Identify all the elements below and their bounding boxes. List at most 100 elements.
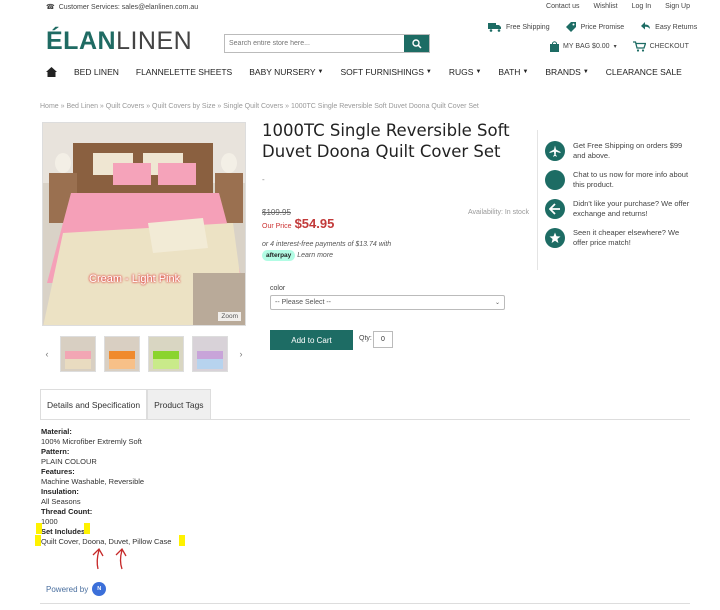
chat-icon bbox=[545, 170, 565, 190]
spec-heading: Features: bbox=[41, 467, 75, 476]
home-icon bbox=[46, 67, 57, 77]
spec-value: 100% Microfiber Extremly Soft bbox=[41, 437, 142, 446]
price-promise-link[interactable]: Price Promise bbox=[565, 21, 624, 33]
thumbnail[interactable] bbox=[104, 336, 140, 372]
checkout-link[interactable]: CHECKOUT bbox=[632, 41, 689, 52]
search-input[interactable] bbox=[225, 35, 404, 52]
qty-label: Qty: bbox=[359, 335, 372, 342]
free-shipping-link[interactable]: Free Shipping bbox=[488, 21, 550, 33]
nav-flannelette-sheets[interactable]: FLANNELETTE SHEETS bbox=[136, 67, 232, 77]
contact-us-link[interactable]: Contact us bbox=[546, 3, 579, 10]
benefit-free-shipping: Get Free Shipping on orders $99 and abov… bbox=[545, 141, 695, 161]
our-price-value: $54.95 bbox=[294, 216, 335, 231]
nav-label: BATH bbox=[498, 67, 521, 77]
spec-heading: Insulation: bbox=[41, 487, 79, 496]
our-price: Our Price $54.95 bbox=[262, 216, 334, 231]
arrow-left-icon bbox=[545, 199, 565, 219]
product-title: 1000TC Single Reversible Soft Duvet Doon… bbox=[262, 121, 510, 161]
cart-icon bbox=[632, 41, 646, 52]
color-select-value: -- Please Select -- bbox=[275, 299, 332, 306]
nav-brands[interactable]: BRANDS ▼ bbox=[545, 67, 588, 77]
image-caption: Cream - Light Pink bbox=[89, 273, 181, 285]
nav-bed-linen[interactable]: BED LINEN bbox=[74, 67, 119, 77]
easy-returns-link[interactable]: Easy Returns bbox=[639, 21, 697, 33]
thumbnail[interactable] bbox=[148, 336, 184, 372]
nav-label: BED LINEN bbox=[74, 67, 119, 77]
thumbnail-image bbox=[61, 337, 95, 371]
star-icon bbox=[545, 228, 565, 248]
home-nav-item[interactable] bbox=[46, 67, 57, 77]
search-icon bbox=[411, 38, 422, 49]
nav-bath[interactable]: BATH ▼ bbox=[498, 67, 528, 77]
chevron-right-icon[interactable]: › bbox=[236, 349, 246, 359]
wishlist-link[interactable]: Wishlist bbox=[594, 3, 618, 10]
nav-label: CLEARANCE SALE bbox=[605, 67, 682, 77]
product-tabs: Details and Specification Product Tags bbox=[40, 389, 211, 420]
site-logo[interactable]: ÉLANLINEN bbox=[46, 27, 192, 56]
spec-value: All Seasons bbox=[41, 497, 81, 506]
tab-details[interactable]: Details and Specification bbox=[40, 389, 148, 420]
spec-value: PLAIN COLOUR bbox=[41, 457, 97, 466]
search-button[interactable] bbox=[404, 35, 429, 52]
phone-icon: ☎ bbox=[46, 4, 55, 11]
signup-link[interactable]: Sign Up bbox=[665, 3, 690, 10]
thumbnail[interactable] bbox=[192, 336, 228, 372]
highlight-mark bbox=[35, 535, 41, 546]
nav-clearance-sale[interactable]: CLEARANCE SALE bbox=[606, 67, 682, 77]
thumbnail-strip: ‹ › bbox=[42, 336, 246, 372]
afterpay-badge: afterpay bbox=[262, 250, 296, 261]
spec-heading-set-includes: Set Includes: bbox=[41, 527, 88, 536]
main-nav: BED LINEN FLANNELETTE SHEETS BABY NURSER… bbox=[46, 67, 699, 77]
easy-returns-label: Easy Returns bbox=[655, 23, 698, 31]
color-select[interactable]: -- Please Select -- ⌄ bbox=[270, 295, 505, 310]
color-label: color bbox=[270, 285, 286, 292]
powered-by: Powered by N bbox=[46, 582, 107, 596]
thumbnail-image bbox=[105, 337, 139, 371]
customer-service-text: Customer Services: sales@elanlinen.com.a… bbox=[58, 3, 199, 11]
search-bar bbox=[224, 34, 430, 53]
breadcrumb[interactable]: Home » Bed Linen » Quilt Covers » Quilt … bbox=[40, 103, 479, 110]
nav-label: FLANNELETTE SHEETS bbox=[135, 67, 233, 77]
annotation-arrows bbox=[92, 547, 127, 570]
nav-soft-furnishings[interactable]: SOFT FURNISHINGS ▼ bbox=[340, 67, 431, 77]
logo-part-b: LINEN bbox=[116, 27, 193, 55]
free-shipping-label: Free Shipping bbox=[506, 23, 550, 31]
benefit-text: Seen it cheaper elsewhere? We offer pric… bbox=[573, 228, 680, 247]
nav-baby-nursery[interactable]: BABY NURSERY ▼ bbox=[249, 67, 323, 77]
bedroom-photo bbox=[43, 123, 245, 325]
tab-product-tags[interactable]: Product Tags bbox=[147, 389, 211, 420]
thumbnail-image bbox=[193, 337, 227, 371]
nav-label: SOFT FURNISHINGS bbox=[340, 67, 424, 77]
chevron-down-icon: ⌄ bbox=[494, 300, 500, 306]
benefit-returns: Didn't like your purchase? We offer exch… bbox=[545, 199, 695, 219]
caret-down-icon: ▼ bbox=[475, 69, 482, 75]
qty-input[interactable]: 0 bbox=[373, 331, 393, 348]
platform-logo-icon[interactable]: N bbox=[92, 582, 107, 596]
learn-more-link[interactable]: Learn more bbox=[297, 252, 333, 259]
thumbnail[interactable] bbox=[60, 336, 96, 372]
add-to-cart-button[interactable]: Add to Cart bbox=[270, 330, 353, 350]
spec-value: Machine Washable, Reversible bbox=[41, 477, 145, 486]
our-price-label: Our Price bbox=[262, 223, 292, 230]
product-main-image[interactable]: Cream - Light Pink Zoom bbox=[42, 122, 246, 326]
tag-icon bbox=[565, 22, 576, 32]
benefit-text: Didn't like your purchase? We offer exch… bbox=[573, 199, 690, 218]
logo-part-a: ÉLAN bbox=[46, 27, 117, 55]
bag-icon bbox=[550, 41, 559, 52]
login-link[interactable]: Log In bbox=[632, 3, 651, 10]
benefit-chat[interactable]: Chat to us now for more info about this … bbox=[545, 170, 695, 190]
chevron-left-icon[interactable]: ‹ bbox=[42, 349, 52, 359]
availability: Availability: In stock bbox=[468, 209, 529, 216]
return-icon bbox=[641, 22, 651, 30]
my-bag-link[interactable]: MY BAG $0.00 ▾ bbox=[550, 41, 617, 52]
zoom-button[interactable]: Zoom bbox=[218, 312, 241, 321]
benefit-text: Chat to us now for more info about this … bbox=[573, 170, 689, 189]
caret-down-icon: ▼ bbox=[317, 69, 324, 75]
tab-underline bbox=[40, 419, 690, 420]
product-specification: Material: 100% Microfiber Extremly Soft … bbox=[41, 427, 171, 547]
afterpay-text: or 4 interest-free payments of $13.74 wi… bbox=[262, 241, 392, 248]
nav-rugs[interactable]: RUGS ▼ bbox=[449, 67, 482, 77]
benefit-price-match: Seen it cheaper elsewhere? We offer pric… bbox=[545, 228, 695, 248]
plane-icon bbox=[545, 141, 565, 161]
thumbnail-image bbox=[149, 337, 183, 371]
